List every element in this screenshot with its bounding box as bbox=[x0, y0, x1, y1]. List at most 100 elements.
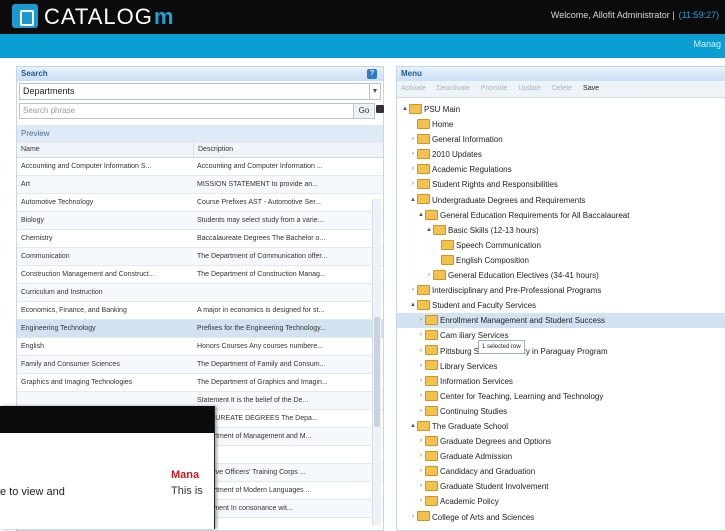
table-row-selected[interactable]: Engineering Technology Prefixes for the E… bbox=[17, 320, 383, 338]
table-row[interactable]: Chemistry Baccalaureate Degrees The Bache… bbox=[17, 230, 383, 248]
tree-node[interactable]: › Academic Regulations bbox=[397, 162, 725, 177]
cell-description: Accounting and Computer Information ... bbox=[197, 163, 323, 170]
tree-node[interactable]: › Cam iliary Services bbox=[397, 328, 725, 343]
activate-button[interactable]: Activate bbox=[401, 85, 426, 92]
cell-description: A major in economics is designed for st.… bbox=[197, 307, 325, 314]
expand-toggle-icon[interactable]: › bbox=[417, 494, 425, 509]
tree-node[interactable]: Speech Communication bbox=[397, 238, 725, 253]
expand-toggle-icon[interactable]: › bbox=[409, 132, 417, 147]
tree-node[interactable]: › Center for Teaching, Learning and Techn… bbox=[397, 389, 725, 404]
expand-toggle-icon[interactable]: › bbox=[409, 177, 417, 192]
table-row[interactable]: Automotive Technology Course Prefixes AST… bbox=[17, 194, 383, 212]
tree-node[interactable]: › Interdisciplinary and Pre-Professional … bbox=[397, 283, 725, 298]
expand-toggle-icon[interactable]: ▲ bbox=[409, 298, 417, 313]
table-row[interactable]: Biology Students may select study from a … bbox=[17, 212, 383, 230]
tree-node[interactable]: ▲ The Graduate School bbox=[397, 419, 725, 434]
table-row[interactable]: English Honors Courses Any courses number… bbox=[17, 338, 383, 356]
table-row[interactable]: Curriculum and Instruction bbox=[17, 284, 383, 302]
expand-toggle-icon[interactable]: › bbox=[425, 268, 433, 283]
table-row[interactable]: Economics, Finance, and Banking A major i… bbox=[17, 302, 383, 320]
tree-node[interactable]: English Composition bbox=[397, 253, 725, 268]
deactivate-button[interactable]: Deactivate bbox=[437, 85, 470, 92]
cell-description: Statement In consonance wit... bbox=[197, 505, 293, 512]
table-header: Name Description bbox=[17, 143, 383, 158]
table-row[interactable]: Construction Management and Construct...… bbox=[17, 266, 383, 284]
tree-node[interactable]: ›Pittsburg State University in Paraguay … bbox=[397, 344, 725, 359]
expand-toggle-icon[interactable]: › bbox=[417, 464, 425, 479]
table-row[interactable]: Graphics and Imaging Technologies The Dep… bbox=[17, 374, 383, 392]
tree-node[interactable]: › College of Arts and Sciences bbox=[397, 510, 725, 525]
folder-icon bbox=[433, 269, 446, 280]
expand-toggle-icon[interactable]: › bbox=[417, 359, 425, 374]
expand-toggle-icon[interactable]: › bbox=[409, 283, 417, 298]
expand-toggle-icon[interactable]: › bbox=[417, 328, 425, 343]
nav-link-manage[interactable]: Manag bbox=[693, 39, 721, 49]
expand-toggle-icon[interactable]: ▲ bbox=[401, 102, 409, 117]
update-button[interactable]: Update bbox=[518, 85, 541, 92]
folder-icon bbox=[417, 285, 430, 296]
expand-toggle-icon[interactable]: ▲ bbox=[425, 223, 433, 238]
overlay-header bbox=[0, 406, 214, 433]
expand-toggle-icon[interactable]: › bbox=[417, 434, 425, 449]
folder-icon bbox=[433, 224, 446, 235]
expand-toggle-icon[interactable]: › bbox=[417, 344, 425, 359]
table-row[interactable]: Accounting and Computer Information S...… bbox=[17, 158, 383, 176]
help-icon[interactable]: ? bbox=[367, 69, 377, 79]
tree-node[interactable]: ▲ PSU Main bbox=[397, 102, 725, 117]
tree-node[interactable]: › Graduate Student Involvement bbox=[397, 479, 725, 494]
save-button[interactable]: Save bbox=[583, 85, 599, 92]
search-row: Search phrase Go bbox=[19, 103, 384, 119]
promote-button[interactable]: Promote bbox=[481, 85, 507, 92]
expand-toggle-icon[interactable]: ▲ bbox=[409, 419, 417, 434]
expand-toggle-icon[interactable]: › bbox=[417, 389, 425, 404]
tree-node[interactable]: › Graduate Admission bbox=[397, 449, 725, 464]
tree-node[interactable]: › General Education Electives (34-41 hour… bbox=[397, 268, 725, 283]
expand-toggle-icon[interactable]: ▲ bbox=[417, 208, 425, 223]
tree-node[interactable]: › Information Services bbox=[397, 374, 725, 389]
tree-node[interactable]: ▲ Student and Faculty Services bbox=[397, 298, 725, 313]
expand-toggle-icon[interactable]: › bbox=[409, 162, 417, 177]
tree-node[interactable]: › Enrollment Management and Student Succe… bbox=[397, 313, 725, 329]
tree-node[interactable]: › Student Rights and Responsibilities bbox=[397, 177, 725, 192]
table-row[interactable]: Communication The Department of Communica… bbox=[17, 248, 383, 266]
expand-toggle-icon[interactable]: › bbox=[417, 374, 425, 389]
tree-node[interactable]: › General Information bbox=[397, 132, 725, 147]
folder-icon bbox=[425, 360, 438, 371]
tree-node[interactable]: › 2010 Updates bbox=[397, 147, 725, 162]
column-header-description[interactable]: Description bbox=[194, 143, 378, 157]
cell-name: English bbox=[21, 343, 44, 350]
lock-icon[interactable] bbox=[376, 105, 384, 113]
drag-tooltip: 1 selected row bbox=[478, 340, 525, 354]
results-scrollbar[interactable] bbox=[372, 199, 381, 525]
expand-toggle-icon[interactable]: ▲ bbox=[409, 193, 417, 208]
tree-node[interactable]: › Academic Policy bbox=[397, 494, 725, 509]
menu-toolbar: Activate Deactivate Promote Update Delet… bbox=[397, 81, 725, 98]
scrollbar-thumb[interactable] bbox=[374, 317, 380, 427]
tree-node[interactable]: ▲ Undergraduate Degrees and Requirements bbox=[397, 193, 725, 208]
chevron-down-icon[interactable]: ▼ bbox=[369, 84, 380, 99]
table-row[interactable]: Family and Consumer Sciences The Departme… bbox=[17, 356, 383, 374]
tree-node[interactable]: Home bbox=[397, 117, 725, 132]
tree-node-label: Library Services bbox=[440, 361, 498, 371]
department-type-select[interactable]: Departments ▼ bbox=[19, 83, 381, 100]
tree-node[interactable]: ▲ General Education Requirements for All … bbox=[397, 208, 725, 223]
table-row[interactable]: Art MISSION STATEMENT to provide an... bbox=[17, 176, 383, 194]
tree-node[interactable]: › Continuing Studies bbox=[397, 404, 725, 419]
expand-toggle-icon[interactable]: › bbox=[417, 449, 425, 464]
expand-toggle-icon[interactable]: › bbox=[417, 479, 425, 494]
expand-toggle-icon[interactable]: › bbox=[409, 147, 417, 162]
tree-node[interactable]: › Candidacy and Graduation bbox=[397, 464, 725, 479]
column-header-name[interactable]: Name bbox=[17, 143, 194, 157]
expand-toggle-icon[interactable]: › bbox=[417, 313, 425, 328]
expand-toggle-icon[interactable]: › bbox=[417, 404, 425, 419]
delete-button[interactable]: Delete bbox=[552, 85, 572, 92]
search-input[interactable]: Search phrase bbox=[19, 103, 354, 119]
tree-node[interactable]: › Library Services bbox=[397, 359, 725, 374]
go-button[interactable]: Go bbox=[353, 103, 375, 119]
cell-description: Department of Modern Languages ... bbox=[197, 487, 312, 494]
tree-node[interactable]: › Graduate Degrees and Options bbox=[397, 434, 725, 449]
menu-panel-header: Menu bbox=[397, 67, 725, 81]
tree-node-label: Candidacy and Graduation bbox=[440, 467, 536, 477]
tree-node[interactable]: ▲ Basic Skills (12-13 hours) bbox=[397, 223, 725, 238]
expand-toggle-icon[interactable]: › bbox=[409, 510, 417, 525]
